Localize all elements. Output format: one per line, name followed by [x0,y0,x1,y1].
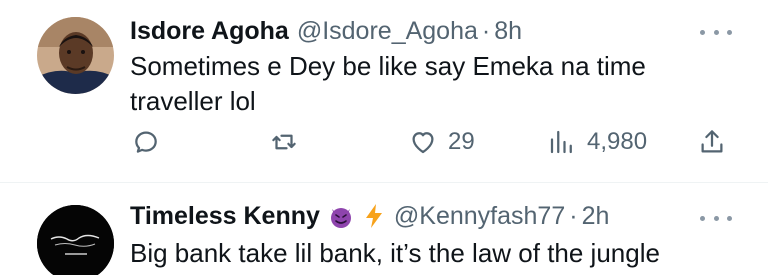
reply-button[interactable] [131,124,171,160]
retweet-icon [272,134,296,150]
tweet-text: Big bank take lil bank, it’s the law of … [130,238,660,268]
view-count: 4,980 [587,128,648,155]
retweet-button[interactable] [269,124,309,160]
more-options-icon[interactable] [700,27,732,37]
lightning-bolt-icon [365,204,382,228]
avatar[interactable] [37,17,114,94]
display-name[interactable]: Isdore Agoha [130,17,289,46]
user-handle[interactable]: @Kennyfash77 [394,202,565,231]
user-handle[interactable]: @Isdore_Agoha [297,17,478,46]
tweet-1[interactable]: Isdore Agoha @Isdore_Agoha · 8h Sometime… [0,0,768,183]
views-button[interactable]: 4,980 [547,124,647,160]
tweet-header: Isdore Agoha @Isdore_Agoha · 8h [130,15,522,47]
tweet-2[interactable]: Timeless Kenny @Kennyfash77 · 2h Big ban… [0,184,768,275]
avatar[interactable] [37,205,114,275]
like-button[interactable]: 29 [408,124,475,160]
timestamp[interactable]: 2h [582,202,610,231]
views-icon [550,130,572,154]
more-options-icon[interactable] [700,213,732,223]
separator-dot: · [569,201,578,230]
action-bar: 29 4,980 [0,124,768,160]
like-count: 29 [448,128,475,155]
reply-icon [135,131,157,153]
share-button[interactable] [697,124,727,160]
tweet-header: Timeless Kenny @Kennyfash77 · 2h [130,200,609,232]
share-icon [701,130,723,153]
heart-icon [412,132,434,154]
timeless-logo [37,205,114,275]
avatar-photo [37,17,114,94]
smiling-devil-emoji-icon [330,208,351,228]
display-name[interactable]: Timeless Kenny [130,202,320,231]
tweet-text: Sometimes e Dey be like say Emeka na tim… [130,51,646,116]
timestamp[interactable]: 8h [494,17,522,46]
separator-dot: · [481,16,491,45]
